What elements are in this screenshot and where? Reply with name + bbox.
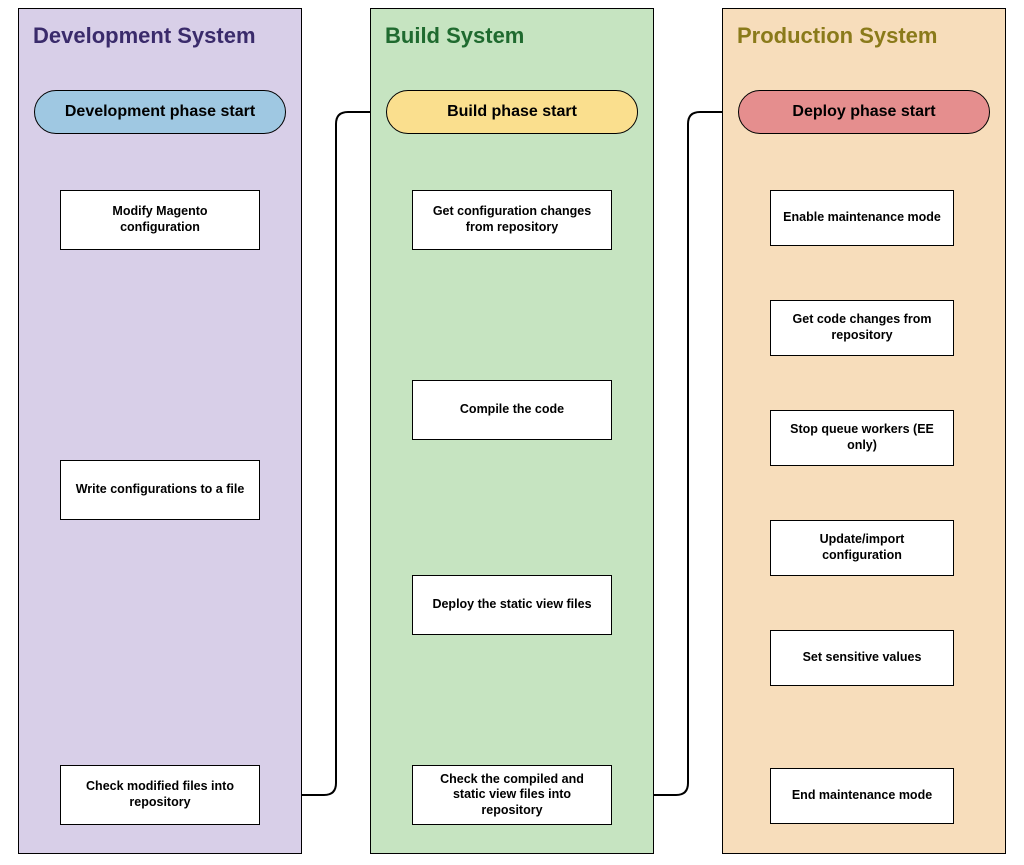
start-label-build: Build phase start: [447, 103, 577, 121]
step-prod-4: Set sensitive values: [770, 630, 954, 686]
step-label-dev-2: Check modified files into repository: [71, 779, 249, 810]
step-label-prod-0: Enable maintenance mode: [783, 210, 941, 226]
step-prod-3: Update/import configuration: [770, 520, 954, 576]
step-label-build-2: Deploy the static view files: [432, 597, 591, 613]
diagram-canvas: Development System Development phase star…: [0, 0, 1024, 865]
step-dev-0: Modify Magento configuration: [60, 190, 260, 250]
start-build: Build phase start: [386, 90, 638, 134]
step-label-prod-2: Stop queue workers (EE only): [781, 422, 943, 453]
lane-dev: Development System: [18, 8, 302, 854]
step-build-2: Deploy the static view files: [412, 575, 612, 635]
step-dev-1: Write configurations to a file: [60, 460, 260, 520]
lane-title-prod: Production System: [723, 17, 1005, 59]
step-build-1: Compile the code: [412, 380, 612, 440]
step-dev-2: Check modified files into repository: [60, 765, 260, 825]
start-dev: Development phase start: [34, 90, 286, 134]
start-label-dev: Development phase start: [65, 103, 255, 121]
lane-title-dev: Development System: [19, 17, 301, 59]
step-label-dev-1: Write configurations to a file: [76, 482, 245, 498]
step-prod-1: Get code changes from repository: [770, 300, 954, 356]
step-build-3: Check the compiled and static view files…: [412, 765, 612, 825]
step-label-build-0: Get configuration changes from repositor…: [423, 204, 601, 235]
start-label-prod: Deploy phase start: [792, 103, 935, 121]
step-label-build-3: Check the compiled and static view files…: [423, 772, 601, 819]
step-prod-5: End maintenance mode: [770, 768, 954, 824]
step-label-build-1: Compile the code: [460, 402, 564, 418]
step-prod-0: Enable maintenance mode: [770, 190, 954, 246]
step-label-prod-4: Set sensitive values: [803, 650, 922, 666]
step-build-0: Get configuration changes from repositor…: [412, 190, 612, 250]
step-label-prod-5: End maintenance mode: [792, 788, 932, 804]
start-prod: Deploy phase start: [738, 90, 990, 134]
step-label-dev-0: Modify Magento configuration: [71, 204, 249, 235]
step-prod-2: Stop queue workers (EE only): [770, 410, 954, 466]
lane-title-build: Build System: [371, 17, 653, 59]
step-label-prod-1: Get code changes from repository: [781, 312, 943, 343]
step-label-prod-3: Update/import configuration: [781, 532, 943, 563]
